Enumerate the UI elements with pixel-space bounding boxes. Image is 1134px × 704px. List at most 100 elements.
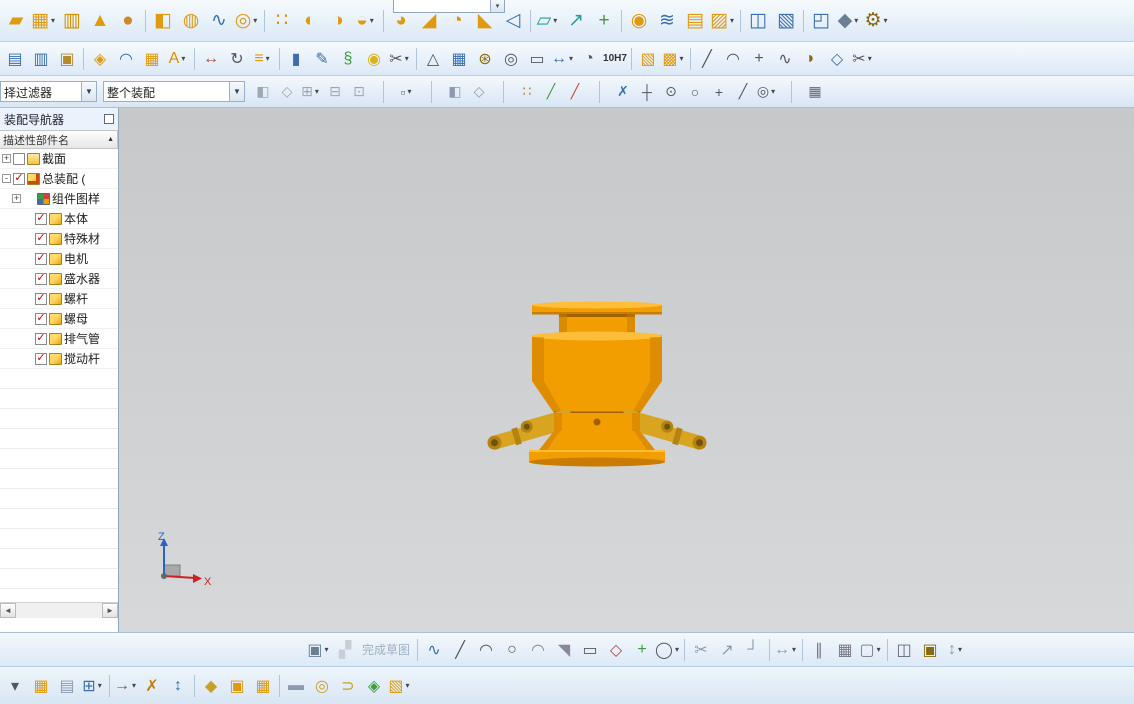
line-sketch-icon[interactable]: ╱: [447, 637, 473, 663]
add-component-icon[interactable]: ⊞: [80, 673, 106, 699]
section-curve-icon[interactable]: ✂: [850, 46, 876, 72]
expander-icon[interactable]: +: [12, 194, 21, 203]
customize-icon[interactable]: ⚙: [863, 5, 891, 37]
snap-point-set-icon[interactable]: ∷: [515, 80, 539, 104]
arrangement-icon[interactable]: ▧: [635, 46, 661, 72]
expander-icon[interactable]: [24, 334, 33, 343]
panel-pin-icon[interactable]: [104, 114, 114, 124]
profile-icon[interactable]: ∿: [421, 637, 447, 663]
tree-row[interactable]: 螺母: [0, 309, 118, 329]
selection-filter-dropdown[interactable]: 择过滤器 ▼: [0, 81, 97, 102]
snap-face-icon[interactable]: ╱: [731, 80, 755, 104]
visibility-checkbox[interactable]: [35, 332, 47, 345]
quick-trim-icon[interactable]: ✂: [688, 637, 714, 663]
unite-icon[interactable]: ◐: [296, 5, 324, 37]
chevron-down-icon[interactable]: ▾: [490, 0, 504, 12]
pattern-feature-icon[interactable]: ∷: [268, 5, 296, 37]
polygon-sketch-icon[interactable]: ◇: [603, 637, 629, 663]
selection-scope-dropdown[interactable]: 整个装配 ▼: [103, 81, 245, 102]
visibility-checkbox[interactable]: [13, 152, 25, 165]
align-icon[interactable]: ≡: [250, 46, 276, 72]
scroll-track[interactable]: [16, 603, 102, 618]
pattern-curve-icon[interactable]: ▦: [832, 637, 858, 663]
mirror-curve-icon[interactable]: ◫: [891, 637, 917, 663]
revolve-icon[interactable]: ◍: [177, 5, 205, 37]
finish-sketch-label[interactable]: 完成草图: [358, 637, 414, 663]
snap-knot-icon[interactable]: ✗: [611, 80, 635, 104]
rectangle-select-icon[interactable]: ▫: [395, 80, 419, 104]
move-object-icon[interactable]: ↔: [198, 46, 224, 72]
mirror-feature-icon[interactable]: ◫: [744, 5, 772, 37]
visibility-checkbox[interactable]: [35, 292, 47, 305]
point-sketch-icon[interactable]: +: [629, 637, 655, 663]
new-part-icon[interactable]: ▰: [2, 5, 30, 37]
chevron-down-icon[interactable]: ▼: [229, 82, 244, 101]
visibility-checkbox[interactable]: [35, 212, 47, 225]
trim-curve-icon[interactable]: ✂: [387, 46, 413, 72]
snap-endpoint-icon[interactable]: ╱: [539, 80, 563, 104]
hole-icon[interactable]: ◉: [625, 5, 653, 37]
exploded-component-icon[interactable]: ▧: [387, 673, 413, 699]
exploded-view-icon[interactable]: ▩: [661, 46, 687, 72]
binocular-icon[interactable]: ◔: [576, 46, 602, 72]
expander-icon[interactable]: [24, 294, 33, 303]
visibility-checkbox[interactable]: [35, 272, 47, 285]
tree-row[interactable]: 特殊材: [0, 229, 118, 249]
sheet-grid-icon[interactable]: ▦: [446, 46, 472, 72]
visibility-checkbox[interactable]: [35, 252, 47, 265]
expander-icon[interactable]: [24, 354, 33, 363]
move-to-layer-icon[interactable]: ⊞: [299, 80, 323, 104]
snap-perpendicular-icon[interactable]: ┼: [635, 80, 659, 104]
sweep-icon[interactable]: ∿: [205, 5, 233, 37]
dimension-icon[interactable]: ↔: [550, 46, 576, 72]
rib-icon[interactable]: ▤: [681, 5, 709, 37]
immediate-hide-icon[interactable]: ◇: [275, 80, 299, 104]
datum-axis-icon[interactable]: ↗: [562, 5, 590, 37]
tree-row[interactable]: - 总装配 (: [0, 169, 118, 189]
render-style-icon[interactable]: ◆: [835, 5, 863, 37]
tree-row[interactable]: 电机: [0, 249, 118, 269]
datum-plane-icon[interactable]: ▱: [534, 5, 562, 37]
datum-csys-icon[interactable]: +: [590, 5, 618, 37]
show-hide-icon[interactable]: ◧: [251, 80, 275, 104]
geometric-constraints-icon[interactable]: ∥: [806, 637, 832, 663]
note-icon[interactable]: ▭: [524, 46, 550, 72]
command-search-box[interactable]: ▾: [393, 0, 505, 13]
clipboard-icon[interactable]: ▣: [54, 46, 80, 72]
fillet-sketch-icon[interactable]: ◠: [525, 637, 551, 663]
visibility-checkbox[interactable]: [35, 232, 47, 245]
snap-arc-center-icon[interactable]: ⊙: [659, 80, 683, 104]
cone-icon[interactable]: ▲: [86, 5, 114, 37]
spring-tool-icon[interactable]: §: [335, 46, 361, 72]
show-dof-icon[interactable]: ↕: [165, 673, 191, 699]
expander-icon[interactable]: -: [2, 174, 11, 183]
transform-icon[interactable]: ◈: [87, 46, 113, 72]
tree-row[interactable]: 本体: [0, 209, 118, 229]
reattach-icon[interactable]: ↕: [943, 637, 969, 663]
point-tool-icon[interactable]: +: [746, 46, 772, 72]
rectangle-sketch-icon[interactable]: ▭: [577, 637, 603, 663]
emboss-icon[interactable]: ▨: [709, 5, 737, 37]
layer-settings-icon[interactable]: ▤: [2, 46, 28, 72]
thread-icon[interactable]: ≋: [653, 5, 681, 37]
assembly-model[interactable]: [485, 301, 708, 467]
tree-row[interactable]: 排气管: [0, 329, 118, 349]
quick-extend-icon[interactable]: ↗: [714, 637, 740, 663]
visibility-checkbox[interactable]: [35, 312, 47, 325]
tree-row[interactable]: + 截面: [0, 149, 118, 169]
expander-icon[interactable]: +: [2, 154, 11, 163]
graphics-viewport[interactable]: Z X: [119, 108, 1134, 632]
annotate-icon[interactable]: ✎: [309, 46, 335, 72]
pattern-geometry-icon[interactable]: ▦: [139, 46, 165, 72]
surface-icon[interactable]: ◗: [798, 46, 824, 72]
hook-part-icon[interactable]: ⊃: [335, 673, 361, 699]
block-icon[interactable]: ▦: [30, 5, 58, 37]
expander-icon[interactable]: [24, 314, 33, 323]
move-component-icon[interactable]: →: [113, 673, 139, 699]
triangle-mesh-icon[interactable]: △: [420, 46, 446, 72]
arc-curve-icon[interactable]: ◠: [720, 46, 746, 72]
component-list-icon[interactable]: ▤: [54, 673, 80, 699]
layer-in-view-icon[interactable]: ⊡: [347, 80, 371, 104]
snap-tangent-icon[interactable]: ◎: [755, 80, 779, 104]
tree-row[interactable]: + 组件图样: [0, 189, 118, 209]
